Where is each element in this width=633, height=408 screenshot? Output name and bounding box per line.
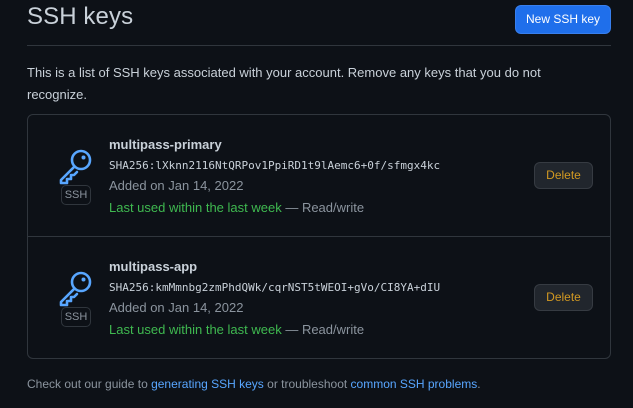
page-title: SSH keys bbox=[27, 3, 134, 30]
key-fingerprint: SHA256:lXknn2116NtQRPov1PpiRD1t9lAemc6+0… bbox=[109, 159, 441, 172]
key-info: multipass-app SHA256:kmMmnbg2zmPhdQWk/cq… bbox=[109, 258, 440, 339]
footer-middle: or troubleshoot bbox=[263, 377, 351, 391]
key-usage: Last used within the last week — Read/wr… bbox=[109, 321, 440, 339]
delete-key-button[interactable]: Delete bbox=[534, 162, 593, 189]
ssh-keys-list: SSH multipass-primary SHA256:lXknn2116Nt… bbox=[27, 114, 611, 359]
ssh-keys-page: SSH keys New SSH key This is a list of S… bbox=[0, 0, 633, 408]
ssh-key-item: SSH multipass-primary SHA256:lXknn2116Nt… bbox=[28, 115, 610, 237]
key-usage: Last used within the last week — Read/wr… bbox=[109, 199, 440, 217]
key-last-used: Last used within the last week bbox=[109, 322, 282, 337]
new-ssh-key-button[interactable]: New SSH key bbox=[515, 5, 611, 34]
page-description: This is a list of SSH keys associated wi… bbox=[27, 65, 541, 102]
common-ssh-problems-link[interactable]: common SSH problems bbox=[351, 377, 478, 391]
help-footer: Check out our guide to generating SSH ke… bbox=[27, 376, 481, 392]
key-last-used: Last used within the last week bbox=[109, 200, 282, 215]
key-icon bbox=[56, 268, 96, 308]
key-icon bbox=[56, 146, 96, 186]
generating-ssh-keys-link[interactable]: generating SSH keys bbox=[151, 377, 264, 391]
footer-prefix: Check out our guide to bbox=[27, 377, 152, 391]
key-info: multipass-primary SHA256:lXknn2116NtQRPo… bbox=[109, 136, 440, 217]
key-fingerprint: SHA256:kmMmnbg2zmPhdQWk/cqrNST5tWEOI+gVo… bbox=[109, 281, 441, 294]
ssh-badge: SSH bbox=[61, 307, 91, 327]
key-title: multipass-primary bbox=[109, 137, 222, 152]
key-access: — Read/write bbox=[281, 200, 365, 215]
key-added-date: Added on Jan 14, 2022 bbox=[109, 178, 244, 193]
key-title: multipass-app bbox=[109, 259, 198, 274]
delete-key-button[interactable]: Delete bbox=[534, 284, 593, 311]
footer-suffix: . bbox=[477, 377, 481, 391]
ssh-key-item: SSH multipass-app SHA256:kmMmnbg2zmPhdQW… bbox=[28, 237, 610, 359]
page-header: SSH keys New SSH key bbox=[27, 0, 611, 46]
ssh-badge: SSH bbox=[61, 185, 91, 205]
key-added-date: Added on Jan 14, 2022 bbox=[109, 300, 244, 315]
key-access: — Read/write bbox=[281, 322, 365, 337]
